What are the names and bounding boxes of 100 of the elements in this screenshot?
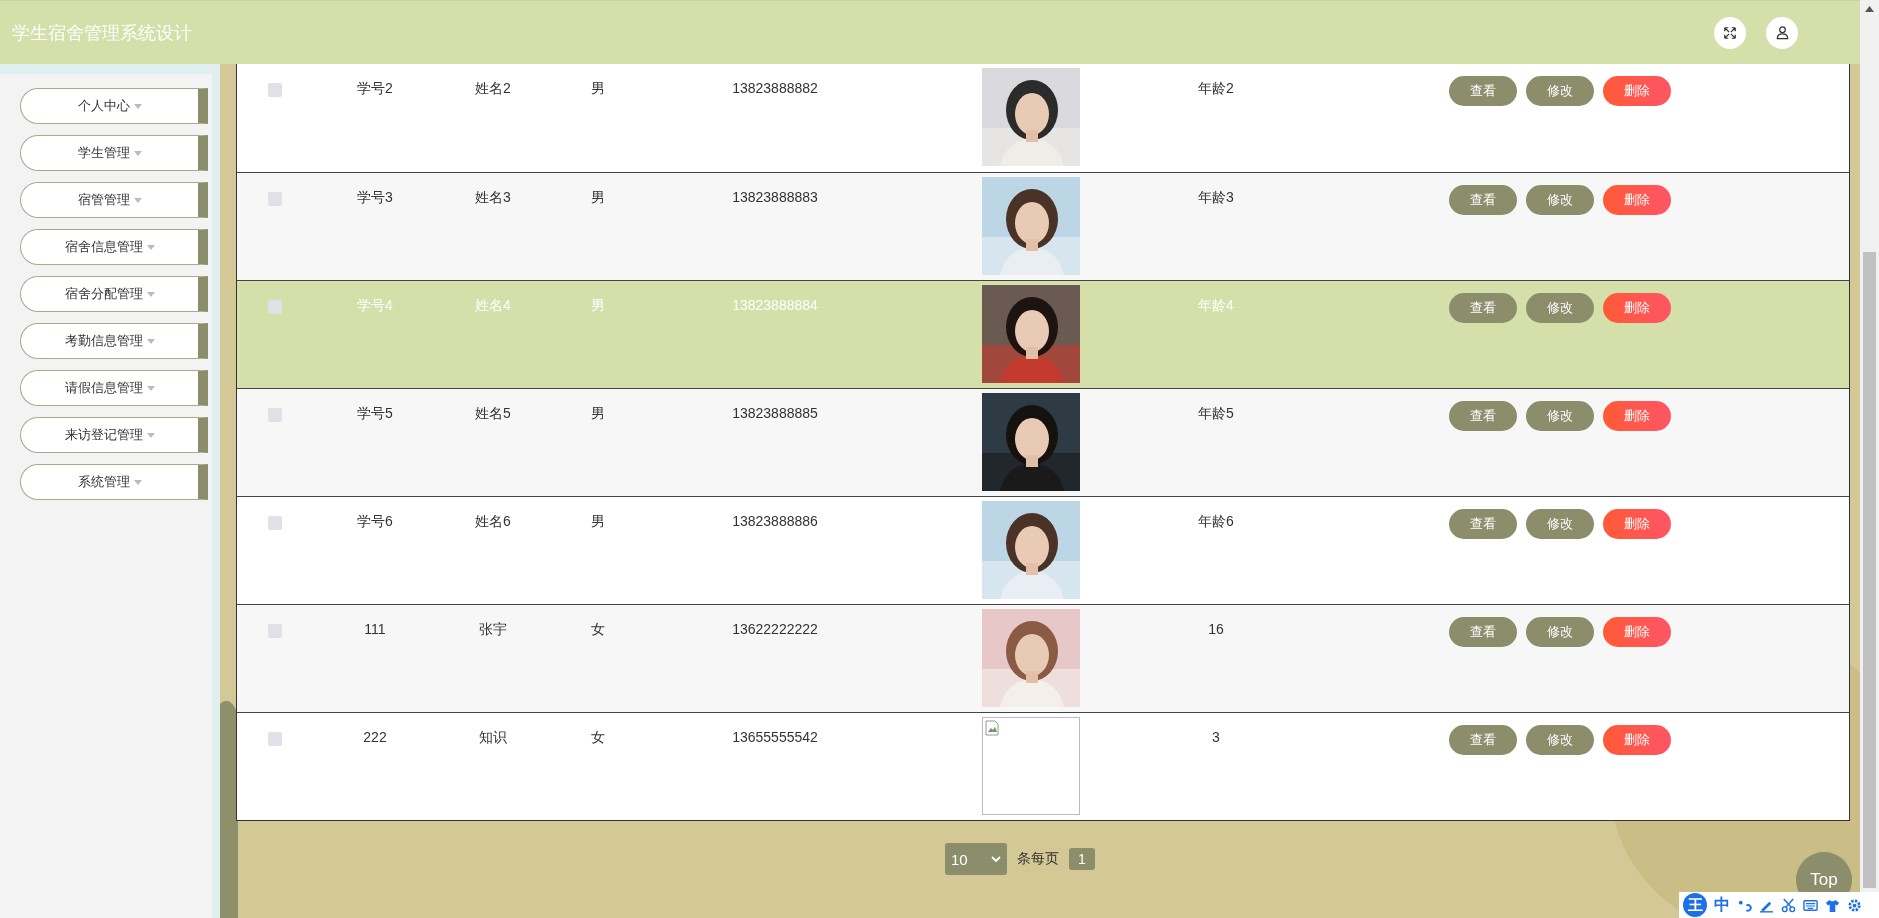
edit-button[interactable]: 修改 [1526,617,1594,647]
table-cell-text: 年龄2 [1197,79,1235,98]
sidebar-item[interactable]: 考勤信息管理 [20,323,208,359]
row-checkbox[interactable] [268,624,282,638]
view-button[interactable]: 查看 [1449,509,1517,539]
page-size-select[interactable]: 10 [945,843,1007,875]
table-cell-text: 男 [590,404,606,423]
table-cell-text: 学号5 [356,404,394,423]
sidebar-item[interactable]: 宿舍分配管理 [20,276,208,312]
table-cell-text: 学号6 [356,512,394,531]
sidebar-item[interactable]: 学生管理 [20,135,208,171]
scroll-up-icon [1865,6,1874,12]
table-cell-text: 学号3 [356,188,394,207]
delete-button[interactable]: 删除 [1603,76,1671,106]
view-button[interactable]: 查看 [1449,185,1517,215]
edit-button[interactable]: 修改 [1526,401,1594,431]
edit-button[interactable]: 修改 [1526,725,1594,755]
user-button[interactable] [1766,16,1798,49]
delete-button[interactable]: 删除 [1603,185,1671,215]
table-cell-text: 女 [590,620,606,639]
table-cell-text: 学号2 [356,79,394,98]
row-checkbox[interactable] [268,732,282,746]
delete-button[interactable]: 删除 [1603,293,1671,323]
chevron-down-icon [991,855,1001,863]
view-button[interactable]: 查看 [1449,617,1517,647]
row-checkbox[interactable] [268,516,282,530]
view-button[interactable]: 查看 [1449,725,1517,755]
table-cell-text: 女 [590,728,606,747]
table-cell-text: 年龄4 [1197,296,1235,315]
table-cell-text: 年龄3 [1197,188,1235,207]
row-checkbox[interactable] [268,192,282,206]
caret-icon [133,479,142,485]
row-checkbox[interactable] [268,300,282,314]
fullscreen-button[interactable] [1714,16,1746,49]
row-checkbox[interactable] [268,408,282,422]
table-cell-text: 16 [1207,620,1225,639]
caret-icon [146,432,155,438]
table-cell-text: 姓名4 [474,296,512,315]
per-page-label: 条每页 [1017,850,1059,868]
caret-icon [133,197,142,203]
table-row[interactable]: 学号4 姓名4 男 13823888884 年龄4 查看 修改 删除 [237,280,1849,388]
row-checkbox[interactable] [268,83,282,97]
table-cell-text: 13622222222 [731,620,819,639]
shirt-icon[interactable] [1825,897,1840,913]
delete-button[interactable]: 删除 [1603,617,1671,647]
table-cell-text: 知识 [478,728,508,747]
table-cell-text: 111 [363,620,387,639]
table-cell-text: 张宇 [478,620,508,639]
table-cell-text: 13823888885 [731,404,819,423]
sidebar-item[interactable]: 个人中心 [20,88,208,124]
sidebar-item[interactable]: 宿管管理 [20,182,208,218]
caret-icon [133,150,142,156]
edit-button[interactable]: 修改 [1526,76,1594,106]
edit-button[interactable]: 修改 [1526,185,1594,215]
delete-button[interactable]: 删除 [1603,725,1671,755]
page-size-value: 10 [951,850,968,868]
page-button[interactable]: 1 [1069,848,1095,870]
table-cell-text: 姓名6 [474,512,512,531]
fullscreen-icon [1723,25,1737,40]
table-cell-text: 222 [362,728,388,747]
edit-button[interactable]: 修改 [1526,509,1594,539]
caret-icon [146,291,155,297]
view-button[interactable]: 查看 [1449,76,1517,106]
table-cell-text: 姓名3 [474,188,512,207]
view-button[interactable]: 查看 [1449,401,1517,431]
table-cell-text: 年龄5 [1197,404,1235,423]
table-row[interactable]: 学号5 姓名5 男 13823888885 年龄5 查看 修改 删除 [237,388,1849,496]
settings-icon[interactable] [1847,897,1862,913]
table-row[interactable]: 111 张宇 女 13622222222 16 查看 修改 删除 [237,604,1849,712]
app-title: 学生宿舍管理系统设计 [12,21,192,45]
table-cell-text: 13823888884 [731,296,819,315]
sidebar-item[interactable]: 系统管理 [20,464,208,500]
table-cell-text: 学号4 [356,296,394,315]
caret-icon [146,338,155,344]
caret-icon [133,103,142,109]
table-cell-text: 姓名2 [474,79,512,98]
edit-button[interactable]: 修改 [1526,293,1594,323]
table-cell-text: 13823888886 [731,512,819,531]
table-cell-text: 13823888882 [731,79,819,98]
table-cell-text: 男 [590,512,606,531]
table-row[interactable]: 学号3 姓名3 男 13823888883 年龄3 查看 修改 删除 [237,172,1849,280]
table-cell-text: 13823888883 [731,188,819,207]
view-button[interactable]: 查看 [1449,293,1517,323]
keyboard-icon[interactable] [1803,897,1818,913]
table-cell-text: 3 [1211,728,1221,747]
broken-image-icon [985,720,999,736]
sidebar-item[interactable]: 请假信息管理 [20,370,208,406]
scissors-icon[interactable] [1781,897,1796,913]
sidebar-item[interactable]: 宿舍信息管理 [20,229,208,265]
table-cell-text: 男 [590,296,606,315]
ime-mode-toggle[interactable]: 中 [1714,894,1730,916]
sidebar-item[interactable]: 来访登记管理 [20,417,208,453]
caret-icon [146,244,155,250]
delete-button[interactable]: 删除 [1603,401,1671,431]
table-cell-text: 男 [590,79,606,98]
table-cell-text: 13655555542 [731,728,819,747]
user-icon [1774,25,1790,40]
delete-button[interactable]: 删除 [1603,509,1671,539]
table-cell-text: 男 [590,188,606,207]
ime-logo[interactable]: 王 [1683,893,1707,917]
